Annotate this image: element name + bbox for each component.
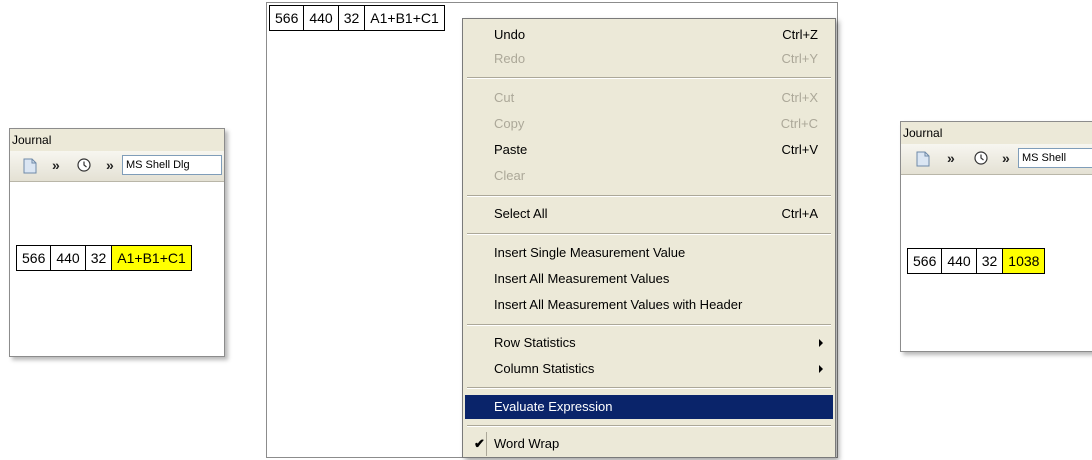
menu-item-shortcut: Ctrl+V	[781, 142, 818, 157]
menu-item-undo[interactable]: Undo Ctrl+Z	[465, 23, 833, 47]
checkmark-icon: ✔	[474, 436, 485, 451]
menu-separator	[467, 387, 831, 389]
menu-item-label: Cut	[494, 90, 515, 105]
menu-item-label: Word Wrap	[494, 436, 560, 451]
menu-item-label: Row Statistics	[494, 335, 576, 350]
panel-title: Journal	[10, 129, 224, 152]
menu-item-evaluate-expression[interactable]: Evaluate Expression	[465, 395, 833, 419]
menu-item-label: Redo	[494, 51, 526, 66]
menu-item-shortcut: Ctrl+Y	[781, 51, 818, 66]
menu-item-label: Paste	[494, 142, 528, 157]
menu-item-select-all[interactable]: Select All Ctrl+A	[465, 202, 833, 226]
font-selector[interactable]: MS Shell Dlg	[122, 155, 222, 175]
menu-separator	[467, 425, 831, 427]
toolbar: » » MS Shell Dlg	[10, 151, 224, 182]
menu-item-shortcut: Ctrl+Z	[782, 27, 818, 42]
menu-item-label: Clear	[494, 168, 526, 183]
result-cell[interactable]: 1038	[1002, 248, 1046, 274]
journal-panel-right: Journal » » MS Shell 566 440 32 1038	[900, 121, 1092, 352]
overflow-chevron-icon[interactable]: »	[1002, 150, 1010, 166]
journal-table: 566 440 32 A1+B1+C1	[268, 5, 445, 31]
submenu-arrow-icon	[819, 365, 823, 373]
table-cell[interactable]: 566	[906, 248, 943, 274]
font-selector[interactable]: MS Shell	[1018, 148, 1092, 168]
overflow-chevron-icon[interactable]: »	[106, 157, 114, 173]
menu-item-label: Column Statistics	[494, 361, 595, 376]
menu-item-label: Insert Single Measurement Value	[494, 245, 686, 260]
overflow-chevron-icon[interactable]: »	[52, 157, 60, 173]
clock-icon[interactable]	[973, 150, 989, 166]
journal-table: 566 440 32 A1+B1+C1	[15, 245, 192, 271]
menu-item-redo[interactable]: Redo Ctrl+Y	[465, 47, 833, 71]
menu-item-shortcut: Ctrl+C	[780, 116, 818, 131]
overflow-chevron-icon[interactable]: »	[947, 150, 955, 166]
table-cell[interactable]: 32	[337, 5, 366, 31]
page-icon[interactable]	[916, 151, 930, 167]
menu-item-label: Insert All Measurement Values	[494, 271, 670, 286]
table-cell[interactable]: 440	[50, 245, 86, 271]
table-cell[interactable]: 440	[941, 248, 977, 274]
table-cell[interactable]: 566	[15, 245, 52, 271]
menu-gutter	[486, 432, 487, 456]
menu-item-insert-all[interactable]: Insert All Measurement Values	[465, 267, 833, 291]
table-cell[interactable]: 566	[268, 5, 305, 31]
menu-separator	[467, 324, 831, 326]
menu-item-row-statistics[interactable]: Row Statistics	[465, 331, 833, 355]
menu-separator	[467, 77, 831, 79]
menu-item-copy[interactable]: Copy Ctrl+C	[465, 112, 833, 136]
menu-item-word-wrap[interactable]: ✔ Word Wrap	[465, 432, 833, 456]
menu-item-clear[interactable]: Clear	[465, 164, 833, 188]
journal-table: 566 440 32 1038	[906, 248, 1046, 274]
menu-item-shortcut: Ctrl+X	[781, 90, 818, 105]
menu-item-label: Copy	[494, 116, 525, 131]
menu-item-label: Select All	[494, 206, 548, 221]
table-cell[interactable]: 32	[84, 245, 113, 271]
menu-item-cut[interactable]: Cut Ctrl+X	[465, 86, 833, 110]
menu-separator	[467, 195, 831, 197]
journal-panel-left: Journal » » MS Shell Dlg 566 440 32 A1+B…	[9, 128, 225, 357]
table-cell[interactable]: 440	[303, 5, 339, 31]
menu-item-insert-all-header[interactable]: Insert All Measurement Values with Heade…	[465, 293, 833, 317]
expression-cell[interactable]: A1+B1+C1	[364, 5, 445, 31]
table-cell[interactable]: 32	[975, 248, 1004, 274]
clock-icon[interactable]	[76, 157, 92, 173]
menu-item-label: Insert All Measurement Values with Heade…	[494, 297, 743, 312]
submenu-arrow-icon	[819, 339, 823, 347]
menu-separator	[467, 233, 831, 235]
page-icon[interactable]	[23, 158, 37, 174]
toolbar: » » MS Shell	[901, 144, 1092, 175]
menu-item-column-statistics[interactable]: Column Statistics	[465, 357, 833, 381]
menu-item-label: Evaluate Expression	[494, 399, 613, 414]
panel-title: Journal	[901, 122, 1092, 145]
menu-item-paste[interactable]: Paste Ctrl+V	[465, 138, 833, 162]
context-menu: Undo Ctrl+Z Redo Ctrl+Y Cut Ctrl+X Copy …	[462, 18, 836, 458]
menu-item-label: Undo	[494, 27, 526, 42]
menu-item-shortcut: Ctrl+A	[781, 206, 818, 221]
menu-item-insert-single[interactable]: Insert Single Measurement Value	[465, 241, 833, 265]
expression-cell[interactable]: A1+B1+C1	[111, 245, 192, 271]
